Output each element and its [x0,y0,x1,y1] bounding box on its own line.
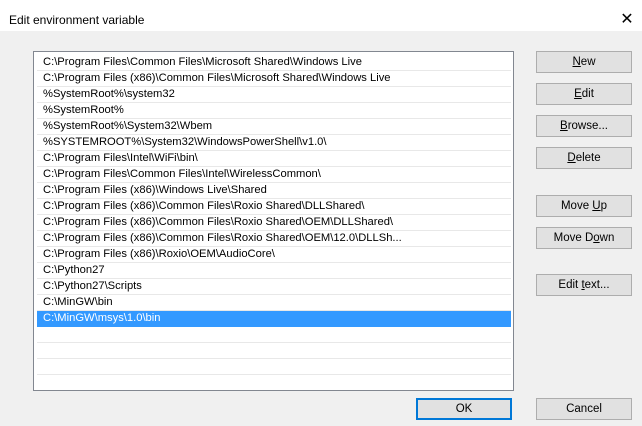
new-button-accelerator: N [572,56,581,68]
edit-text-button[interactable]: Edit text... [536,274,632,296]
path-list-item[interactable]: C:\Program Files (x86)\Common Files\Micr… [37,71,511,87]
path-list-item[interactable]: C:\Program Files (x86)\Windows Live\Shar… [37,183,511,199]
delete-button-label-post: elete [575,152,601,164]
title-bar[interactable]: Edit environment variable ✕ [0,0,642,31]
edit-button[interactable]: Edit [536,83,632,105]
path-list-item[interactable]: C:\Program Files (x86)\Roxio\OEM\AudioCo… [37,247,511,263]
path-list-item[interactable]: %SystemRoot%\system32 [37,87,511,103]
move-down-button-label-pre: Move D [553,232,594,244]
path-list-item[interactable]: C:\Program Files (x86)\Common Files\Roxi… [37,199,511,215]
path-list-item-selected[interactable]: C:\MinGW\msys\1.0\bin [37,311,511,327]
empty-list-row[interactable] [37,375,511,390]
window-title: Edit environment variable [9,13,145,27]
new-button-label-post: ew [580,56,596,68]
browse-button-accelerator: B [560,120,568,132]
path-list-item[interactable]: C:\Program Files\Intel\WiFi\bin\ [37,151,511,167]
new-button[interactable]: New [536,51,632,73]
browse-button[interactable]: Browse... [536,115,632,137]
ok-button[interactable]: OK [416,398,512,420]
edit-text-button-label-post: ext... [584,279,610,291]
path-list-item[interactable]: %SystemRoot% [37,103,511,119]
path-list-item[interactable]: C:\Program Files\Common Files\Intel\Wire… [37,167,511,183]
move-up-button-accelerator: U [592,200,601,212]
path-list-item[interactable]: C:\MinGW\bin [37,295,511,311]
move-up-button-label-pre: Move [560,200,593,212]
browse-button-label-post: rowse... [567,120,608,132]
delete-button[interactable]: Delete [536,147,632,169]
move-down-button-label-post: wn [599,232,615,244]
cancel-button[interactable]: Cancel [536,398,632,420]
empty-list-row[interactable] [37,327,511,343]
move-down-button[interactable]: Move Down [536,227,632,249]
path-list-item[interactable]: %SystemRoot%\System32\Wbem [37,119,511,135]
path-list-item[interactable]: %SYSTEMROOT%\System32\WindowsPowerShell\… [37,135,511,151]
path-list-item[interactable]: C:\Program Files (x86)\Common Files\Roxi… [37,231,511,247]
close-icon[interactable]: ✕ [612,8,642,31]
empty-list-row[interactable] [37,343,511,359]
edit-button-label-post: dit [581,88,594,100]
delete-button-accelerator: D [567,152,576,164]
edit-environment-variable-dialog: Edit environment variable ✕ C:\Program F… [0,0,642,426]
path-list-item[interactable]: C:\Python27\Scripts [37,279,511,295]
move-up-button-label-post: p [600,200,608,212]
edit-button-accelerator: E [574,88,582,100]
path-list-item[interactable]: C:\Python27 [37,263,511,279]
path-list-item[interactable]: C:\Program Files (x86)\Common Files\Roxi… [37,215,511,231]
path-list-item[interactable]: C:\Program Files\Common Files\Microsoft … [37,55,511,71]
edit-text-button-label-pre: Edit [558,279,582,291]
path-list[interactable]: C:\Program Files\Common Files\Microsoft … [33,51,514,391]
empty-list-row[interactable] [37,359,511,375]
move-up-button[interactable]: Move Up [536,195,632,217]
